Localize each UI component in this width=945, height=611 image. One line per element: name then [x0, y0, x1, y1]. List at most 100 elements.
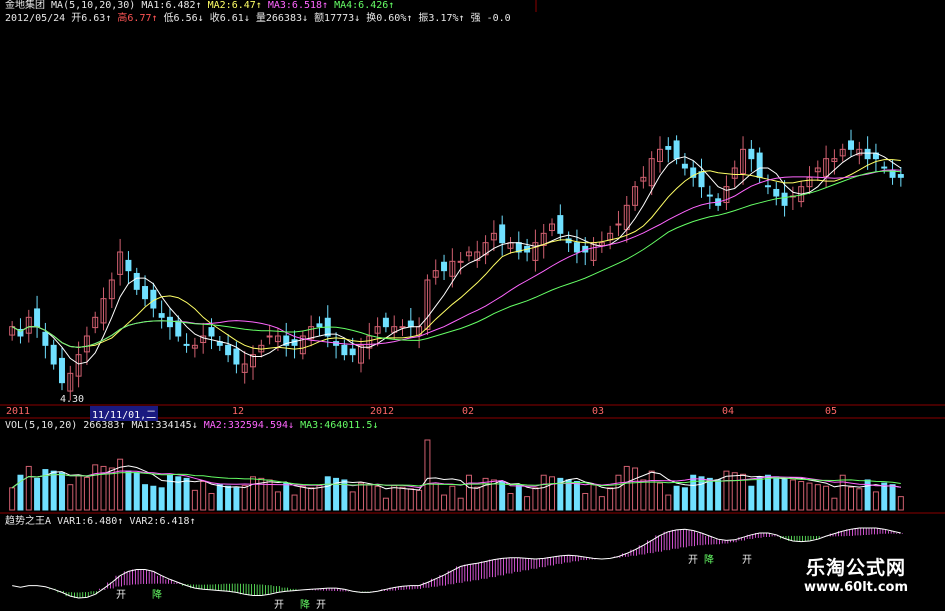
candle-body	[457, 260, 464, 263]
volume-bar	[200, 481, 207, 511]
volume-bar	[457, 497, 464, 511]
volume-bar	[34, 477, 41, 511]
volume-bar	[831, 497, 838, 511]
trend-indicator	[12, 527, 903, 599]
bar-turnover: 换0.60%	[366, 13, 407, 24]
candle-body	[382, 317, 389, 328]
candle-body	[175, 320, 182, 337]
bar-strength: 强 -0.0	[470, 13, 511, 24]
volume-bar	[806, 482, 813, 511]
volume-bar	[366, 484, 373, 511]
low-price-label: 4.30	[60, 394, 85, 405]
candle-body	[681, 163, 688, 169]
candle-body	[764, 185, 771, 188]
candle-body	[34, 308, 41, 328]
volume-bar	[416, 489, 423, 511]
candle-body	[125, 259, 132, 272]
volume-bar	[582, 492, 589, 511]
volume-bar	[872, 491, 879, 511]
volume-bar	[407, 488, 414, 511]
volume-bar	[316, 485, 323, 511]
candle-body	[756, 152, 763, 178]
ma-label: MA(5,10,20,30)	[51, 0, 136, 11]
volume-bar	[665, 494, 672, 511]
volume-bar	[283, 482, 290, 511]
candle-body	[341, 344, 348, 356]
volume-bar	[142, 484, 149, 511]
bar-volume: 量266383	[255, 13, 302, 24]
volume-bar	[848, 486, 855, 511]
signal-down-1: 降	[152, 590, 162, 601]
volume-bar	[75, 475, 82, 511]
volume-bar	[507, 492, 514, 511]
volume-bar	[50, 470, 57, 511]
volume-bar	[681, 487, 688, 511]
volume-bar	[756, 476, 763, 511]
volume-bar	[781, 477, 788, 511]
candle-body	[673, 140, 680, 160]
volume-bar	[25, 465, 32, 511]
volume-bar	[482, 477, 489, 511]
candle-body	[889, 170, 896, 178]
x-tick-12: 12	[232, 406, 245, 417]
volume-bar	[640, 479, 647, 511]
candle-body	[42, 331, 49, 346]
candle-body	[781, 192, 788, 206]
volume-bar	[632, 467, 639, 511]
volume-bar	[399, 486, 406, 511]
volume-bar	[92, 464, 99, 511]
volume-bar	[889, 484, 896, 511]
volume-bar	[374, 485, 381, 511]
candle-body	[133, 272, 140, 290]
x-tick-2012: 2012	[370, 406, 395, 417]
candle-body	[897, 174, 904, 178]
bar-low: 低6.56	[163, 13, 198, 24]
volume-bar	[183, 477, 190, 511]
candle-body	[150, 289, 157, 309]
volume-bar	[731, 472, 738, 511]
volume-bar	[424, 439, 431, 511]
candle-body	[349, 348, 356, 356]
volume-bar	[590, 484, 597, 511]
vol-label: VOL(5,10,20)	[5, 420, 78, 431]
volume-bar	[208, 492, 215, 511]
candle-body	[225, 344, 232, 356]
candle-body	[50, 344, 57, 365]
volume-bar	[225, 485, 232, 511]
candle-body	[266, 335, 273, 338]
volume-bar	[623, 465, 630, 511]
candle-body	[881, 166, 888, 169]
candle-body	[773, 188, 780, 197]
volume-bar	[291, 494, 298, 511]
indicator-var2: VAR2:6.418	[129, 516, 190, 527]
candle-body	[665, 146, 672, 150]
candle-body	[158, 313, 165, 318]
cursor-date-label: 11/11/01,二	[90, 406, 159, 421]
volume-bars	[9, 439, 904, 511]
site-watermark: 乐淘公式网 www.60lt.com	[776, 556, 936, 596]
indicator-header: 趋势之王A VAR1:6.480↑ VAR2:6.418↑	[5, 516, 196, 527]
volume-bar	[565, 479, 572, 511]
bar-high: 高6.77	[117, 13, 152, 24]
indicator-name: 趋势之王A	[5, 516, 52, 527]
volume-bar	[125, 470, 132, 511]
volume-header: VOL(5,10,20) 266383↑ MA1:334145↓ MA2:332…	[5, 420, 379, 431]
candle-body	[166, 316, 173, 328]
watermark-url: www.60lt.com	[803, 580, 909, 595]
candle-body	[208, 327, 215, 337]
candle-body	[233, 348, 240, 365]
candle-body	[615, 223, 622, 226]
candle-body	[183, 343, 190, 346]
volume-bar	[823, 485, 830, 511]
volume-bar	[573, 481, 580, 511]
volume-bar	[814, 484, 821, 511]
stock-name: 金地集团	[5, 0, 45, 11]
volume-bar	[133, 472, 140, 511]
volume-bar	[432, 482, 439, 511]
ma1-value: MA1:6.482	[141, 0, 196, 11]
volume-bar	[83, 476, 90, 511]
watermark-title: 乐淘公式网	[805, 557, 906, 579]
volume-bar	[474, 486, 481, 511]
bar-close: 收6.61	[209, 13, 244, 24]
x-tick-02: 02	[462, 406, 475, 417]
